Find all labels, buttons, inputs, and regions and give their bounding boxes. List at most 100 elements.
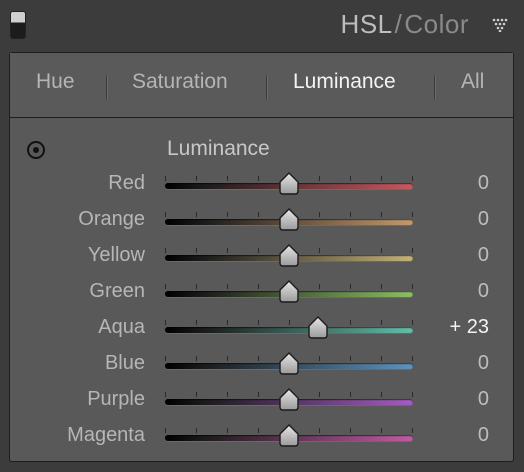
slider-ticks <box>165 320 413 326</box>
slider-label-aqua: Aqua <box>98 316 145 338</box>
slider-thumb-purple[interactable] <box>278 388 300 412</box>
slider-row-orange: Orange 0 <box>10 203 513 239</box>
slider-value-yellow[interactable]: 0 <box>478 244 489 267</box>
slider-tick <box>165 392 166 397</box>
tab-divider <box>266 75 267 99</box>
slider-thumb-aqua[interactable] <box>307 316 329 340</box>
slider-thumb-red[interactable] <box>278 172 300 196</box>
slider-tick <box>381 176 382 181</box>
slider-label-purple: Purple <box>87 388 145 410</box>
slider-tick <box>381 392 382 397</box>
slider-tick <box>196 248 197 253</box>
slider-tick <box>165 212 166 217</box>
slider-tick <box>165 320 166 325</box>
slider-tick <box>196 392 197 397</box>
panel-title[interactable]: HSL/Color <box>341 9 469 40</box>
slider-thumb-orange[interactable] <box>278 208 300 232</box>
hsl-color-panel: HSL/Color Hue Saturation Luminance All L… <box>0 0 524 472</box>
slider-row-magenta: Magenta 0 <box>10 419 513 455</box>
slider-tick <box>196 284 197 289</box>
panel-menu-triangle-icon[interactable] <box>492 18 510 32</box>
slider-tick <box>381 320 382 325</box>
slider-tick <box>319 176 320 181</box>
slider-value-green[interactable]: 0 <box>478 280 489 303</box>
slider-tick <box>258 392 259 397</box>
tab-saturation[interactable]: Saturation <box>132 70 228 94</box>
slider-tick <box>319 248 320 253</box>
slider-tick <box>412 428 413 433</box>
slider-tick <box>165 176 166 181</box>
slider-tick <box>412 284 413 289</box>
slider-tick <box>412 248 413 253</box>
slider-label-red: Red <box>108 172 145 194</box>
slider-tick <box>258 284 259 289</box>
slider-tick <box>350 428 351 433</box>
slider-tick <box>381 356 382 361</box>
slider-tick <box>165 428 166 433</box>
slider-value-red[interactable]: 0 <box>478 172 489 195</box>
slider-tick <box>227 248 228 253</box>
panel-body: Hue Saturation Luminance All Luminance R… <box>9 52 514 462</box>
slider-tick <box>319 428 320 433</box>
slider-value-aqua[interactable]: + 23 <box>450 316 489 339</box>
panel-collapse-toggle-icon[interactable] <box>11 12 25 38</box>
panel-title-separator: / <box>394 9 403 39</box>
slider-tick <box>412 212 413 217</box>
slider-row-red: Red 0 <box>10 167 513 203</box>
slider-tick <box>319 284 320 289</box>
slider-tick <box>258 356 259 361</box>
slider-tick <box>381 428 382 433</box>
slider-tick <box>227 428 228 433</box>
slider-track-aqua[interactable] <box>165 327 413 333</box>
slider-value-purple[interactable]: 0 <box>478 388 489 411</box>
slider-label-yellow: Yellow <box>87 244 145 266</box>
slider-tick <box>165 248 166 253</box>
slider-row-purple: Purple 0 <box>10 383 513 419</box>
slider-label-magenta: Magenta <box>67 424 145 446</box>
slider-tick <box>227 212 228 217</box>
slider-value-orange[interactable]: 0 <box>478 208 489 231</box>
slider-tick <box>227 284 228 289</box>
slider-tick <box>258 320 259 325</box>
slider-thumb-yellow[interactable] <box>278 244 300 268</box>
slider-tick <box>165 284 166 289</box>
slider-tick <box>350 392 351 397</box>
targeted-adjustment-tool-icon[interactable] <box>26 140 46 160</box>
slider-tick <box>196 320 197 325</box>
slider-tick <box>227 176 228 181</box>
slider-tick <box>227 392 228 397</box>
slider-thumb-magenta[interactable] <box>278 424 300 448</box>
panel-title-hsl[interactable]: HSL <box>341 9 393 39</box>
slider-label-orange: Orange <box>78 208 145 230</box>
slider-thumb-green[interactable] <box>278 280 300 304</box>
slider-tick <box>350 176 351 181</box>
slider-tick <box>289 320 290 325</box>
slider-label-green: Green <box>89 280 145 302</box>
slider-label-blue: Blue <box>104 352 145 374</box>
slider-tick <box>319 392 320 397</box>
slider-tick <box>412 356 413 361</box>
slider-tick <box>412 392 413 397</box>
slider-tick <box>319 356 320 361</box>
tab-all[interactable]: All <box>461 70 484 94</box>
slider-tick <box>196 212 197 217</box>
slider-tick <box>258 428 259 433</box>
slider-tick <box>227 356 228 361</box>
slider-tick <box>196 176 197 181</box>
tab-hue[interactable]: Hue <box>36 70 75 94</box>
panel-header[interactable]: HSL/Color <box>0 0 524 52</box>
slider-row-blue: Blue 0 <box>10 347 513 383</box>
slider-tick <box>412 320 413 325</box>
slider-tick <box>350 248 351 253</box>
slider-value-magenta[interactable]: 0 <box>478 424 489 447</box>
slider-row-yellow: Yellow 0 <box>10 239 513 275</box>
panel-title-color[interactable]: Color <box>404 9 469 39</box>
slider-value-blue[interactable]: 0 <box>478 352 489 375</box>
slider-thumb-blue[interactable] <box>278 352 300 376</box>
slider-tick <box>350 284 351 289</box>
slider-tick <box>350 212 351 217</box>
slider-tick <box>381 284 382 289</box>
slider-tick <box>258 212 259 217</box>
slider-row-aqua: Aqua + 23 <box>10 311 513 347</box>
tab-luminance[interactable]: Luminance <box>293 70 396 94</box>
